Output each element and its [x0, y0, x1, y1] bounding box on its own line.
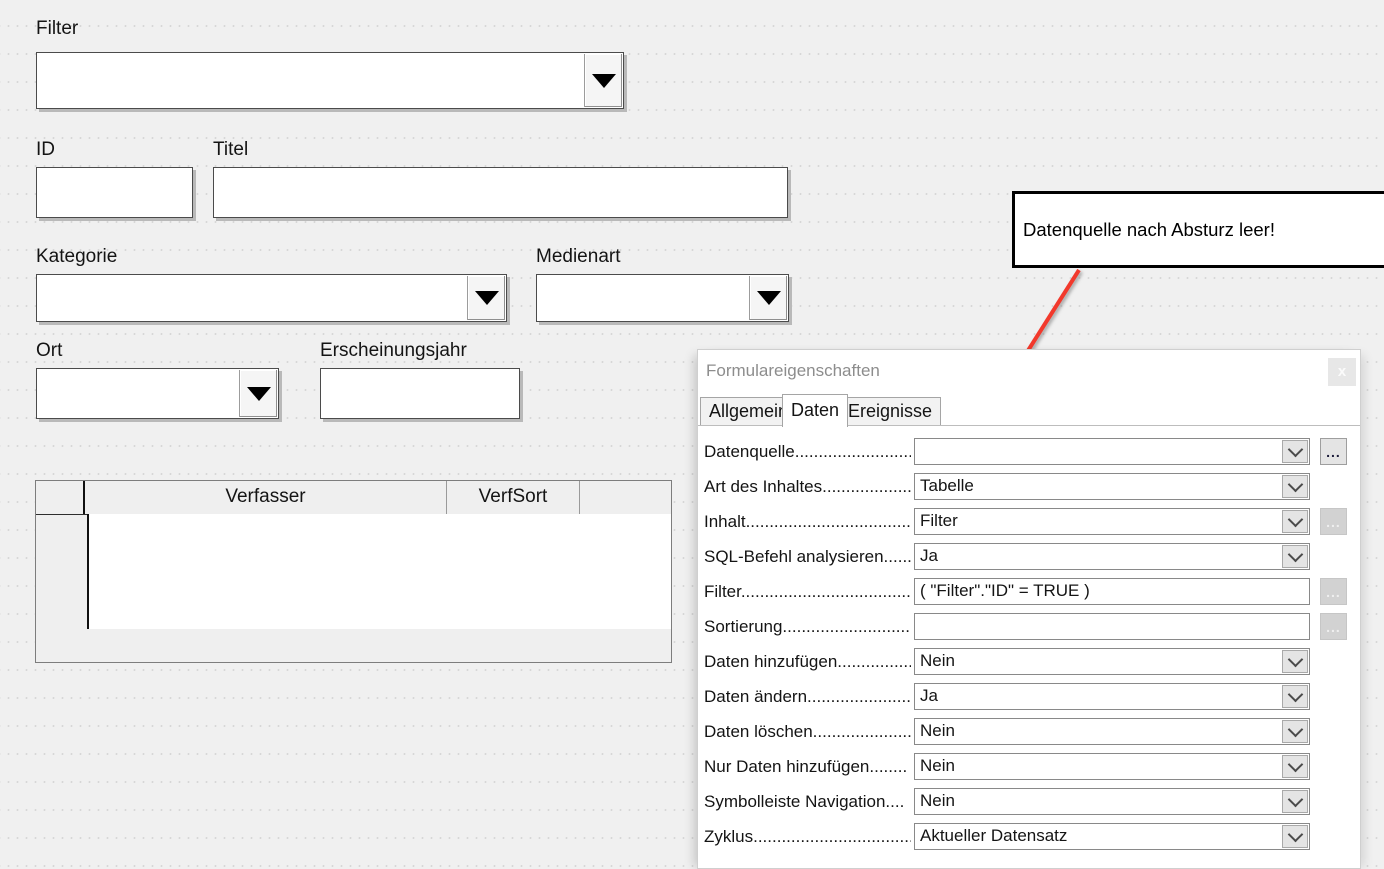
grid-column-header-empty[interactable]: [580, 481, 671, 514]
filter-criteria-input[interactable]: ( "Filter"."ID" = TRUE ): [914, 578, 1310, 605]
sortierung-input[interactable]: [914, 613, 1310, 640]
property-label: Zyklus..................................…: [704, 823, 911, 850]
annotation-text: Datenquelle nach Absturz leer!: [1015, 219, 1275, 241]
inhalt-browse-button: ...: [1320, 508, 1347, 535]
form-properties-dialog: Formulareigenschaften x Allgemein Daten …: [697, 349, 1361, 869]
property-row-datenquelle: Datenquelle.......................... ..…: [698, 438, 1362, 465]
erscheinungsjahr-label: Erscheinungsjahr: [320, 340, 467, 362]
property-row-zyklus: Zyklus..................................…: [698, 823, 1362, 850]
tab-ereignisse[interactable]: Ereignisse: [839, 397, 941, 426]
property-label: Nur Daten hinzufügen........: [704, 753, 911, 780]
titel-input[interactable]: [213, 167, 788, 218]
daten-aendern-combobox[interactable]: Ja: [914, 683, 1310, 710]
kategorie-label: Kategorie: [36, 246, 117, 268]
dialog-title: Formulareigenschaften: [706, 361, 880, 381]
dropdown-arrow-icon[interactable]: [467, 276, 505, 320]
kategorie-combobox[interactable]: [36, 274, 507, 322]
daten-loeschen-combobox[interactable]: Nein: [914, 718, 1310, 745]
sortierung-browse-button: ...: [1320, 613, 1347, 640]
property-row-sortierung: Sortierung..............................…: [698, 613, 1362, 640]
property-label: Art des Inhaltes.....................: [704, 473, 911, 500]
id-label: ID: [36, 139, 55, 161]
erscheinungsjahr-input[interactable]: [320, 368, 520, 419]
ort-combobox[interactable]: [36, 368, 279, 419]
grid-row-header[interactable]: [36, 481, 85, 514]
form-design-canvas: Filter ID Titel Kategorie Medienart Ort …: [0, 0, 1384, 869]
property-label: Daten hinzufügen.................: [704, 648, 911, 675]
symbolleiste-navigation-combobox[interactable]: Nein: [914, 788, 1310, 815]
id-input[interactable]: [36, 167, 193, 218]
property-row-sql-befehl-analysieren: SQL-Befehl analysieren....... Ja: [698, 543, 1362, 570]
chevron-down-icon[interactable]: [1282, 720, 1308, 743]
filter-combobox[interactable]: [36, 52, 624, 109]
property-label: Sortierung..............................…: [704, 613, 911, 640]
property-label: Symbolleiste Navigation....: [704, 788, 911, 815]
titel-label: Titel: [213, 139, 248, 161]
filter-label: Filter: [36, 18, 78, 40]
property-row-nur-daten-hinzufuegen: Nur Daten hinzufügen........ Nein: [698, 753, 1362, 780]
property-label: Daten löschen........................: [704, 718, 911, 745]
grid-header-row: Verfasser VerfSort: [36, 481, 671, 515]
grid-column-header-verfasser[interactable]: Verfasser: [85, 481, 447, 514]
datenquelle-combobox[interactable]: [914, 438, 1310, 465]
dropdown-arrow-icon[interactable]: [239, 370, 277, 417]
property-row-symbolleiste-navigation: Symbolleiste Navigation.... Nein: [698, 788, 1362, 815]
property-row-daten-aendern: Daten ändern......................... Ja: [698, 683, 1362, 710]
property-label: Datenquelle..........................: [704, 438, 911, 465]
grid-data-area: [87, 514, 671, 629]
tab-daten[interactable]: Daten: [782, 394, 848, 427]
chevron-down-icon[interactable]: [1282, 510, 1308, 533]
property-row-daten-hinzufuegen: Daten hinzufügen................. Nein: [698, 648, 1362, 675]
inhalt-combobox[interactable]: Filter: [914, 508, 1310, 535]
property-label: Daten ändern.........................: [704, 683, 911, 710]
ort-label: Ort: [36, 340, 62, 362]
chevron-down-icon[interactable]: [1282, 650, 1308, 673]
daten-hinzufuegen-combobox[interactable]: Nein: [914, 648, 1310, 675]
property-label: Inhalt..................................…: [704, 508, 911, 535]
property-label: Filter..................................…: [704, 578, 911, 605]
close-icon[interactable]: x: [1328, 358, 1356, 386]
chevron-down-icon[interactable]: [1282, 685, 1308, 708]
chevron-down-icon[interactable]: [1282, 475, 1308, 498]
zyklus-combobox[interactable]: Aktueller Datensatz: [914, 823, 1310, 850]
chevron-down-icon[interactable]: [1282, 440, 1308, 463]
datenquelle-browse-button[interactable]: ...: [1320, 438, 1347, 465]
sql-befehl-analysieren-combobox[interactable]: Ja: [914, 543, 1310, 570]
property-row-inhalt: Inhalt..................................…: [698, 508, 1362, 535]
chevron-down-icon[interactable]: [1282, 790, 1308, 813]
property-row-art-des-inhaltes: Art des Inhaltes..................... Ta…: [698, 473, 1362, 500]
dropdown-arrow-icon[interactable]: [749, 276, 787, 320]
dropdown-arrow-icon[interactable]: [584, 54, 622, 107]
annotation-callout: Datenquelle nach Absturz leer!: [1012, 191, 1384, 268]
chevron-down-icon[interactable]: [1282, 755, 1308, 778]
grid-column-header-verfsort[interactable]: VerfSort: [447, 481, 580, 514]
chevron-down-icon[interactable]: [1282, 545, 1308, 568]
medienart-combobox[interactable]: [536, 274, 789, 322]
filter-browse-button: ...: [1320, 578, 1347, 605]
medienart-label: Medienart: [536, 246, 621, 268]
chevron-down-icon[interactable]: [1282, 825, 1308, 848]
authors-grid[interactable]: Verfasser VerfSort: [35, 480, 672, 663]
art-des-inhaltes-combobox[interactable]: Tabelle: [914, 473, 1310, 500]
property-row-daten-loeschen: Daten löschen........................ Ne…: [698, 718, 1362, 745]
nur-daten-hinzufuegen-combobox[interactable]: Nein: [914, 753, 1310, 780]
property-row-filter: Filter..................................…: [698, 578, 1362, 605]
property-label: SQL-Befehl analysieren.......: [704, 543, 911, 570]
